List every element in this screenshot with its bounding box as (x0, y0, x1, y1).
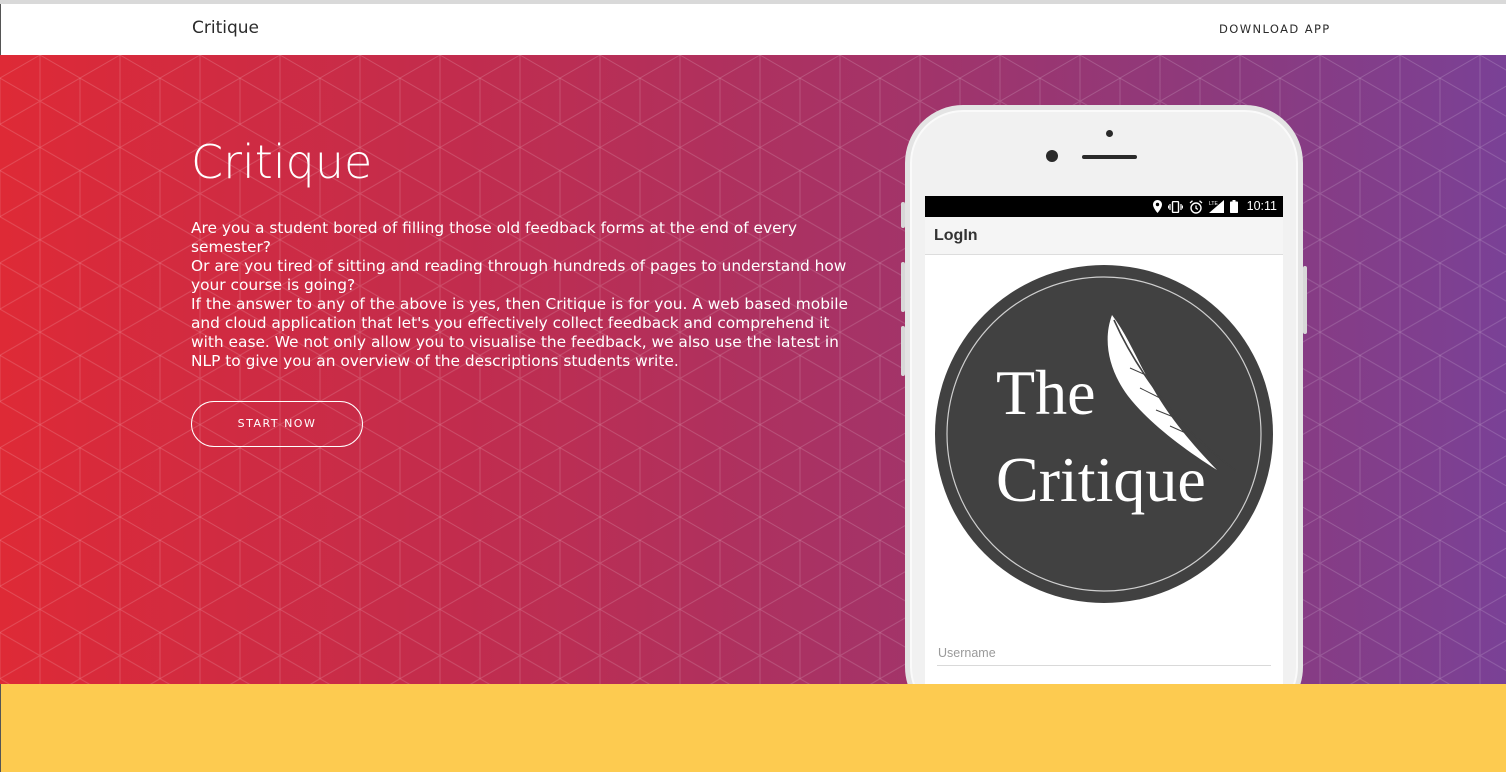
phone-camera (1046, 150, 1058, 162)
navbar: Critique DOWNLOAD APP (0, 4, 1506, 55)
status-time: 10:11 (1246, 199, 1277, 213)
phone-screen: LTE 10:11 LogIn The Critique (925, 196, 1283, 684)
alarm-icon (1189, 199, 1203, 214)
critique-logo: The Critique (934, 264, 1274, 604)
start-now-button[interactable]: START NOW (191, 401, 363, 447)
hero-description: Are you a student bored of filling those… (191, 219, 851, 371)
hero-title: Critique (191, 135, 373, 189)
phone-side-button (901, 202, 905, 228)
phone-side-button (901, 262, 905, 312)
logo-line-critique: Critique (996, 444, 1206, 515)
phone-side-button (901, 326, 905, 376)
svg-text:LTE: LTE (1209, 201, 1218, 207)
username-field[interactable] (937, 640, 1271, 666)
hero-paragraph: If the answer to any of the above is yes… (191, 295, 848, 370)
status-icons: LTE (1153, 199, 1238, 214)
battery-icon (1230, 200, 1238, 213)
hero-paragraph: Or are you tired of sitting and reading … (191, 257, 847, 294)
phone-speaker (1082, 155, 1137, 159)
phone-power-button (1303, 266, 1307, 334)
login-title: LogIn (934, 227, 978, 244)
download-app-link[interactable]: DOWNLOAD APP (1219, 22, 1331, 36)
lte-signal-icon: LTE (1209, 200, 1224, 213)
hero-section: Critique Are you a student bored of fill… (0, 55, 1506, 684)
phone-mockup: LTE 10:11 LogIn The Critique (901, 105, 1307, 684)
yellow-footer-band (0, 684, 1506, 772)
brand-link[interactable]: Critique (192, 18, 259, 38)
location-icon (1153, 200, 1162, 213)
logo-line-the: The (996, 357, 1096, 428)
vibrate-icon (1168, 200, 1183, 213)
phone-sensor-dot (1106, 130, 1113, 137)
hero-paragraph: Are you a student bored of filling those… (191, 219, 797, 256)
status-bar: LTE 10:11 (925, 196, 1283, 217)
app-bar: LogIn (925, 217, 1283, 255)
